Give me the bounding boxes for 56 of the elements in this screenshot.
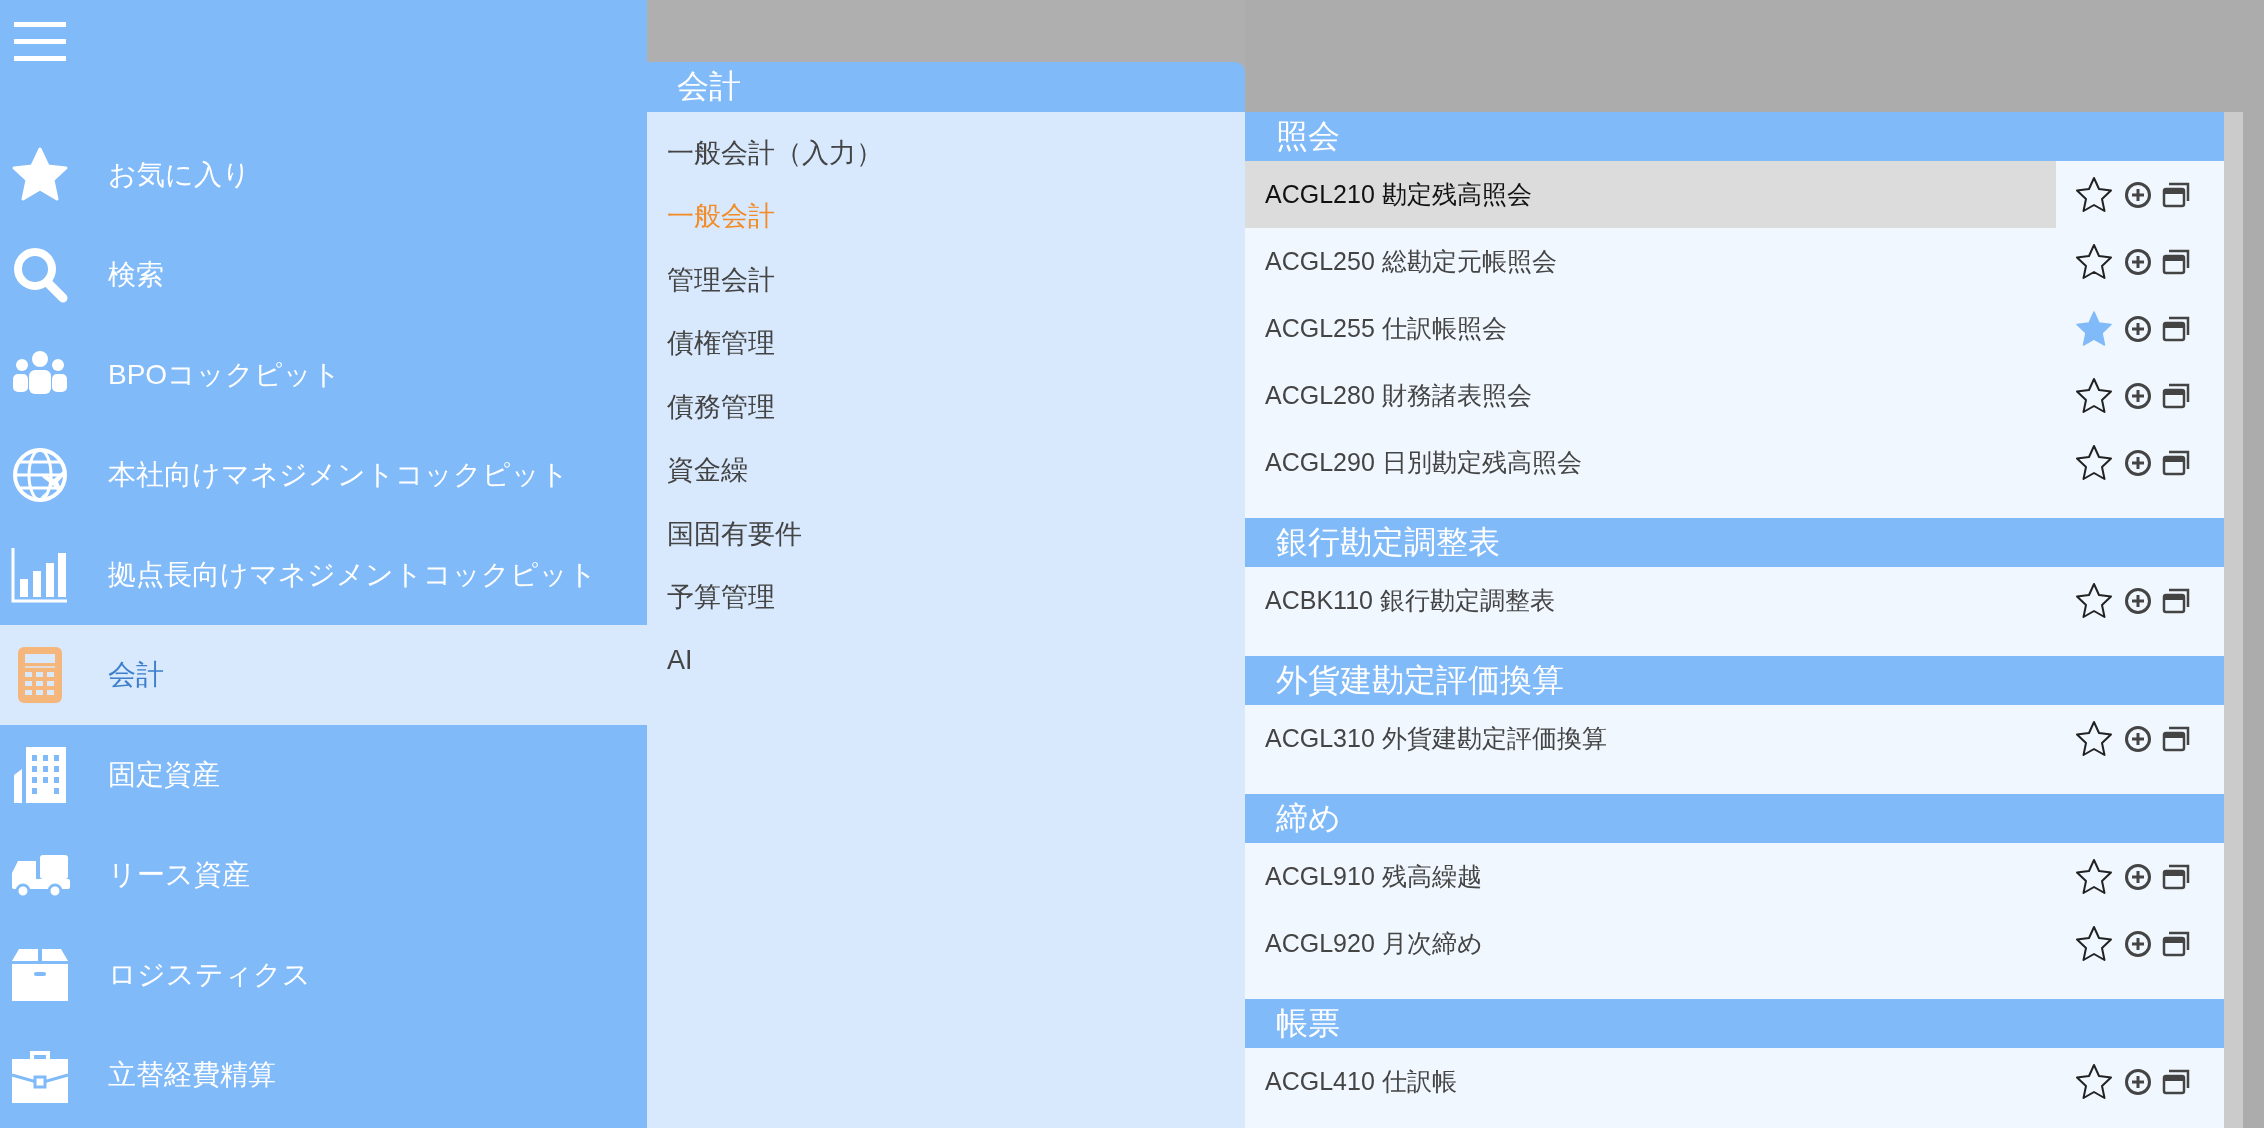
section-header: 銀行勘定調整表 <box>1245 518 2224 567</box>
add-icon[interactable] <box>2124 724 2152 753</box>
new-window-icon[interactable] <box>2162 862 2190 891</box>
new-window-icon[interactable] <box>2162 381 2190 410</box>
favorite-star-icon[interactable] <box>2074 442 2114 483</box>
add-icon[interactable] <box>2124 314 2152 343</box>
new-window-icon[interactable] <box>2162 1067 2190 1096</box>
add-icon[interactable] <box>2124 929 2152 958</box>
favorite-star-icon[interactable] <box>2074 1061 2114 1102</box>
new-window-icon[interactable] <box>2162 586 2190 615</box>
program-link[interactable]: ACGL290 日別勘定残高照会 <box>1245 429 2056 496</box>
submenu-item[interactable]: 一般会計（入力） <box>647 121 1245 185</box>
new-window-icon[interactable] <box>2162 724 2190 753</box>
bar-chart-icon <box>10 545 70 605</box>
favorite-star-icon[interactable] <box>2074 241 2114 282</box>
program-link[interactable]: ACBK110 銀行勘定調整表 <box>1245 567 2056 634</box>
program-link[interactable]: ACGL280 財務諸表照会 <box>1245 362 2056 429</box>
favorite-star-icon[interactable] <box>2074 718 2114 759</box>
program-link[interactable]: ACGL310 外貨建勘定評価換算 <box>1245 705 2056 772</box>
program-link[interactable]: ACGL250 総勘定元帳照会 <box>1245 228 2056 295</box>
new-window-icon[interactable] <box>2162 180 2190 209</box>
submenu-item[interactable]: 資金繰 <box>647 438 1245 502</box>
submenu-item[interactable]: 管理会計 <box>647 248 1245 312</box>
new-window-icon[interactable] <box>2162 448 2190 477</box>
favorite-star-icon[interactable] <box>2074 856 2114 897</box>
program-link[interactable]: ACGL920 月次締め <box>1245 910 2056 977</box>
favorite-star-icon[interactable] <box>2074 174 2114 215</box>
program-link[interactable]: ACGL210 勘定残高照会 <box>1245 161 2056 228</box>
add-icon[interactable] <box>2124 448 2152 477</box>
submenu-item[interactable]: 国固有要件 <box>647 502 1245 566</box>
submenu-item[interactable]: 予算管理 <box>647 565 1245 629</box>
submenu-item[interactable]: 債務管理 <box>647 375 1245 439</box>
add-icon[interactable] <box>2124 586 2152 615</box>
program-link[interactable]: ACGL410 仕訳帳 <box>1245 1048 2056 1115</box>
add-icon[interactable] <box>2124 1067 2152 1096</box>
favorite-star-icon[interactable] <box>2074 308 2114 349</box>
new-window-icon[interactable] <box>2162 314 2190 343</box>
favorite-star-icon[interactable] <box>2074 923 2114 964</box>
program-link[interactable]: ACGL910 残高繰越 <box>1245 843 2056 910</box>
section-header: 外貨建勘定評価換算 <box>1245 656 2224 705</box>
add-icon[interactable] <box>2124 862 2152 891</box>
add-icon[interactable] <box>2124 180 2152 209</box>
add-icon[interactable] <box>2124 381 2152 410</box>
section-header: 締め <box>1245 794 2224 843</box>
add-icon[interactable] <box>2124 247 2152 276</box>
program-link[interactable]: ACGL255 仕訳帳照会 <box>1245 295 2056 362</box>
favorite-star-icon[interactable] <box>2074 375 2114 416</box>
section-header: 帳票 <box>1245 999 2224 1048</box>
section-header: 照会 <box>1245 112 2224 161</box>
new-window-icon[interactable] <box>2162 247 2190 276</box>
submenu-item[interactable]: 債権管理 <box>647 311 1245 375</box>
new-window-icon[interactable] <box>2162 929 2190 958</box>
favorite-star-icon[interactable] <box>2074 580 2114 621</box>
globe-plane-icon <box>10 445 70 505</box>
submenu-item[interactable]: AI <box>647 629 1245 693</box>
submenu-title: 会計 <box>677 67 741 106</box>
